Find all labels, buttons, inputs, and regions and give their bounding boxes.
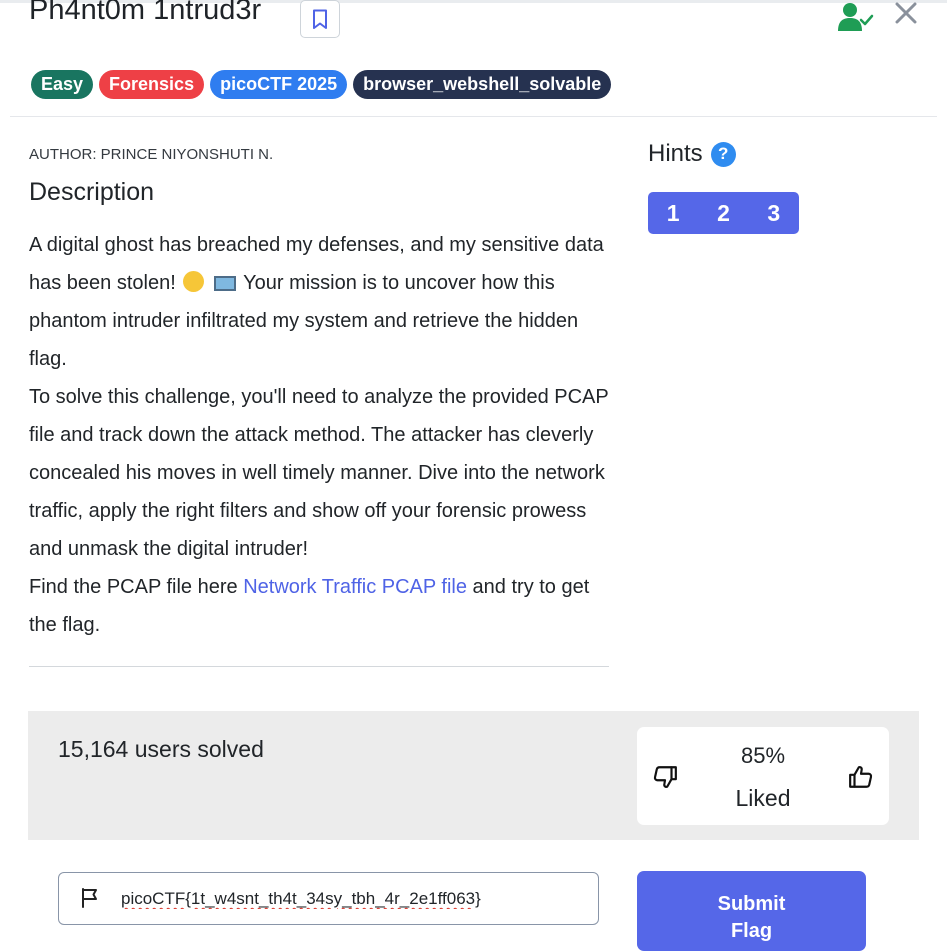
tag-list: Easy Forensics picoCTF 2025 browser_webs…	[31, 70, 612, 99]
tag-difficulty[interactable]: Easy	[31, 70, 94, 99]
flag-input[interactable]	[121, 883, 581, 915]
face-screaming-in-fear-icon	[183, 271, 205, 292]
help-icon[interactable]: ?	[710, 141, 736, 167]
user-check-icon	[838, 3, 874, 31]
submit-label-line-1: Submit	[717, 892, 786, 915]
author-line: AUTHOR: PRINCE NIYONSHUTI N.	[29, 146, 274, 163]
description-p3-start: Find the PCAP file here	[29, 576, 238, 598]
description-divider	[29, 666, 609, 667]
header-separator	[10, 116, 937, 117]
description-heading: Description	[29, 178, 155, 206]
submit-flag-button[interactable]: Submit Flag	[637, 871, 866, 951]
laptop-icon	[213, 276, 236, 291]
hint-button-2[interactable]: 2	[698, 192, 748, 234]
hint-button-3[interactable]: 3	[749, 192, 799, 234]
user-check-button[interactable]	[838, 2, 874, 37]
rating-card: 85% Liked	[637, 727, 889, 825]
like-button[interactable]	[848, 764, 874, 795]
close-button[interactable]	[894, 2, 918, 29]
hint-button-group: 1 2 3	[648, 192, 799, 234]
tag-category[interactable]: Forensics	[99, 70, 205, 99]
flag-icon	[82, 888, 97, 908]
bookmark-button[interactable]	[300, 0, 340, 38]
flag-input-field	[58, 872, 599, 925]
tag-event[interactable]: picoCTF 2025	[210, 70, 348, 99]
description-body: A digital ghost has breached my defenses…	[29, 226, 619, 644]
solved-count: 15,164 users solved	[58, 736, 264, 762]
pcap-file-link[interactable]: Network Traffic PCAP file	[243, 576, 467, 598]
hints-title: Hints	[648, 140, 703, 167]
hint-button-1[interactable]: 1	[648, 192, 698, 234]
description-paragraph-2: To solve this challenge, you'll need to …	[29, 386, 609, 560]
bookmark-icon	[313, 9, 327, 29]
stats-panel: 15,164 users solved 85% Liked	[28, 711, 919, 840]
description-paragraph-3: Find the PCAP file here Network Traffic …	[29, 568, 619, 644]
challenge-title: Ph4nt0m 1ntrud3r	[29, 0, 262, 26]
tag-webshell[interactable]: browser_webshell_solvable	[353, 70, 612, 99]
submit-label-line-2: Flag	[730, 919, 773, 942]
close-icon	[895, 2, 917, 24]
hints-heading: Hints ?	[648, 140, 736, 168]
thumbs-up-icon	[849, 766, 873, 788]
description-paragraph-1: A digital ghost has breached my defenses…	[29, 226, 619, 378]
